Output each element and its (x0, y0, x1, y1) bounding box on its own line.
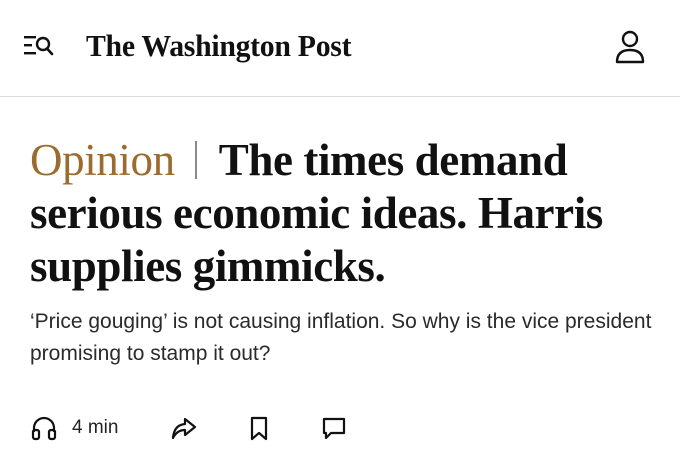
menu-search-button[interactable] (22, 32, 54, 60)
menu-search-icon (24, 36, 54, 56)
kicker-separator (194, 141, 197, 179)
comment-button[interactable] (320, 408, 348, 448)
listen-duration: 4 min (72, 417, 119, 438)
article-actions: 4 min (30, 408, 670, 448)
account-button[interactable] (612, 28, 648, 66)
save-button[interactable] (246, 408, 272, 448)
comment-icon (322, 417, 346, 440)
user-icon (615, 30, 645, 64)
share-icon (171, 417, 197, 440)
site-header: The Washington Post (0, 0, 680, 97)
article-headline: Opinion The times demand serious economic… (30, 134, 660, 293)
bookmark-icon (250, 416, 268, 441)
masthead-logo[interactable]: The Washington Post (86, 24, 352, 68)
share-button[interactable] (170, 408, 198, 448)
headphones-icon (31, 416, 57, 441)
opinion-kicker[interactable]: Opinion (30, 135, 175, 185)
listen-button[interactable]: 4 min (30, 408, 118, 448)
article-dek: ‘Price gouging’ is not causing inflation… (30, 310, 652, 365)
